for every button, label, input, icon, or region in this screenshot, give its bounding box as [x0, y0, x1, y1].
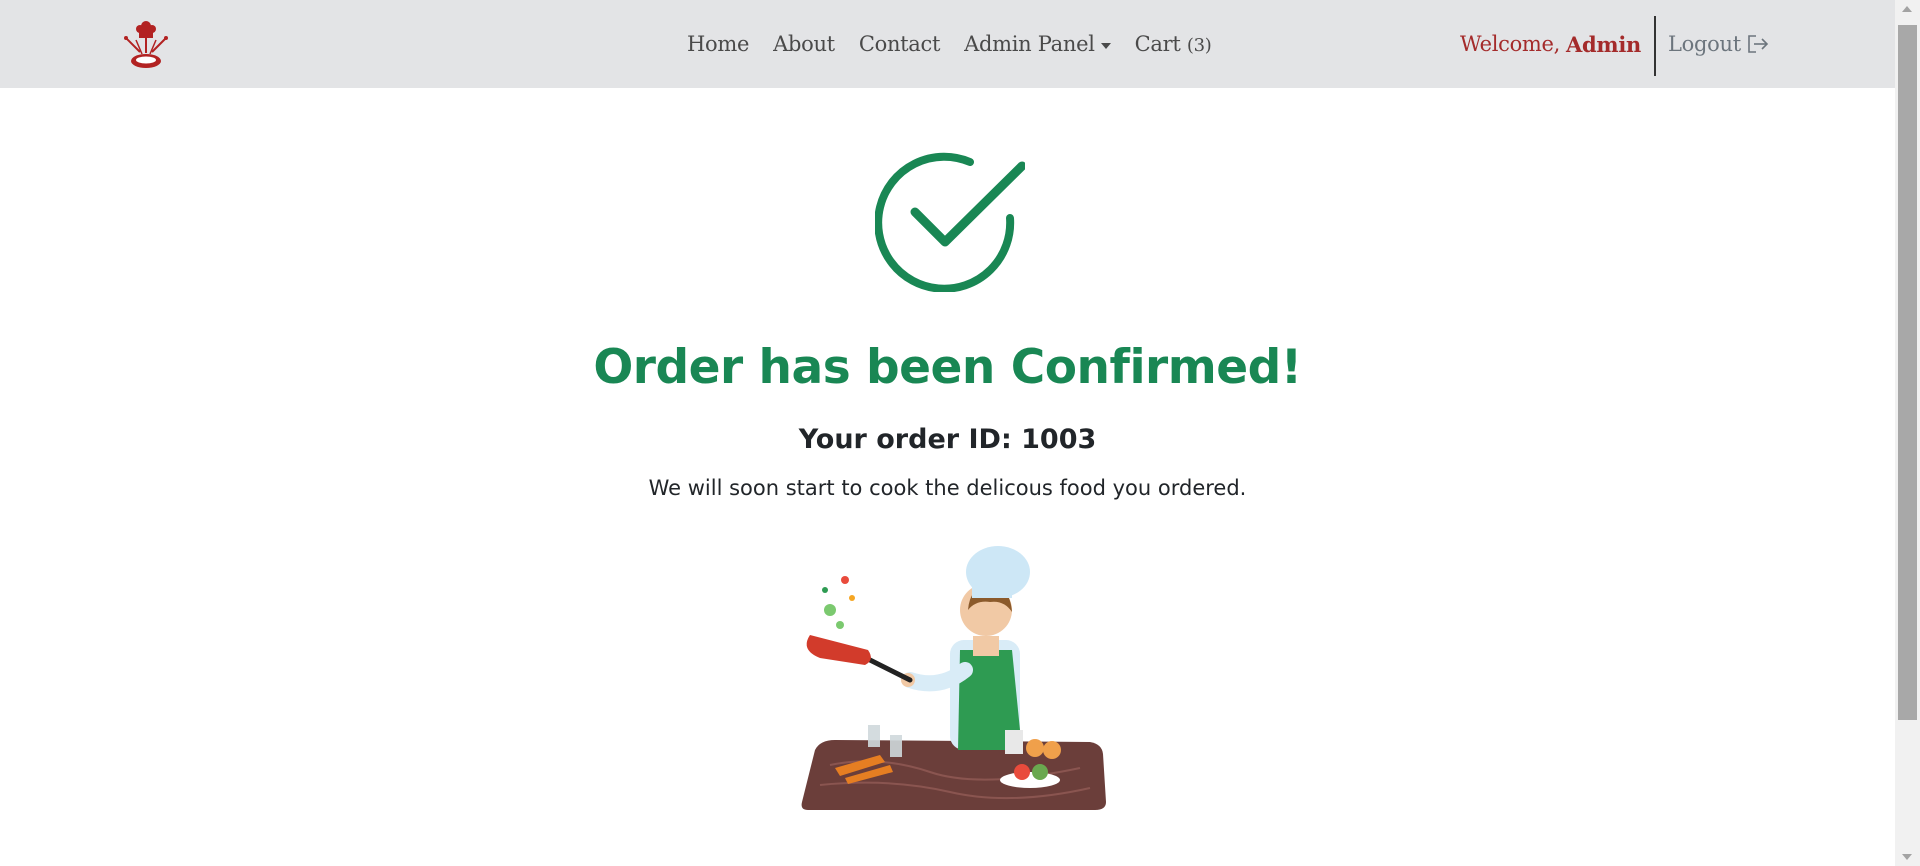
cart-count-badge: (3)	[1186, 35, 1212, 56]
check-circle-icon	[875, 152, 1025, 292]
welcome-message: Welcome, Admin	[1460, 0, 1641, 88]
nav-divider	[1654, 16, 1656, 76]
nav-admin-panel-label: Admin Panel	[964, 32, 1095, 56]
confirmation-title: Order has been Confirmed!	[593, 340, 1302, 395]
confirmation-message: We will soon start to cook the delicous …	[648, 476, 1247, 500]
nav-admin-panel-dropdown[interactable]: Admin Panel	[952, 32, 1123, 56]
nav-home-link[interactable]: Home	[675, 32, 761, 56]
nav-about-link[interactable]: About	[761, 32, 847, 56]
logout-icon	[1748, 35, 1768, 53]
scrollbar-thumb[interactable]	[1898, 25, 1917, 720]
caret-down-icon	[1100, 42, 1111, 49]
scroll-up-arrow-icon[interactable]	[1902, 6, 1912, 12]
nav-contact-link[interactable]: Contact	[847, 32, 952, 56]
nav-cart-label: Cart	[1134, 32, 1181, 56]
chef-cooking-illustration	[801, 546, 1106, 810]
chef-hat-logo-icon[interactable]	[118, 20, 174, 70]
vertical-scrollbar[interactable]	[1895, 0, 1920, 866]
scroll-down-arrow-icon[interactable]	[1902, 854, 1912, 860]
logout-button[interactable]: Logout	[1668, 0, 1769, 88]
navbar: Home About Contact Admin Panel Cart (3) …	[0, 0, 1895, 88]
welcome-text: Welcome,	[1460, 32, 1561, 56]
order-id: Your order ID: 1003	[798, 424, 1097, 455]
username: Admin	[1566, 31, 1641, 57]
nav-links: Home About Contact Admin Panel Cart (3)	[675, 0, 1224, 88]
nav-cart-link[interactable]: Cart (3)	[1123, 32, 1224, 56]
logout-label: Logout	[1668, 32, 1741, 56]
